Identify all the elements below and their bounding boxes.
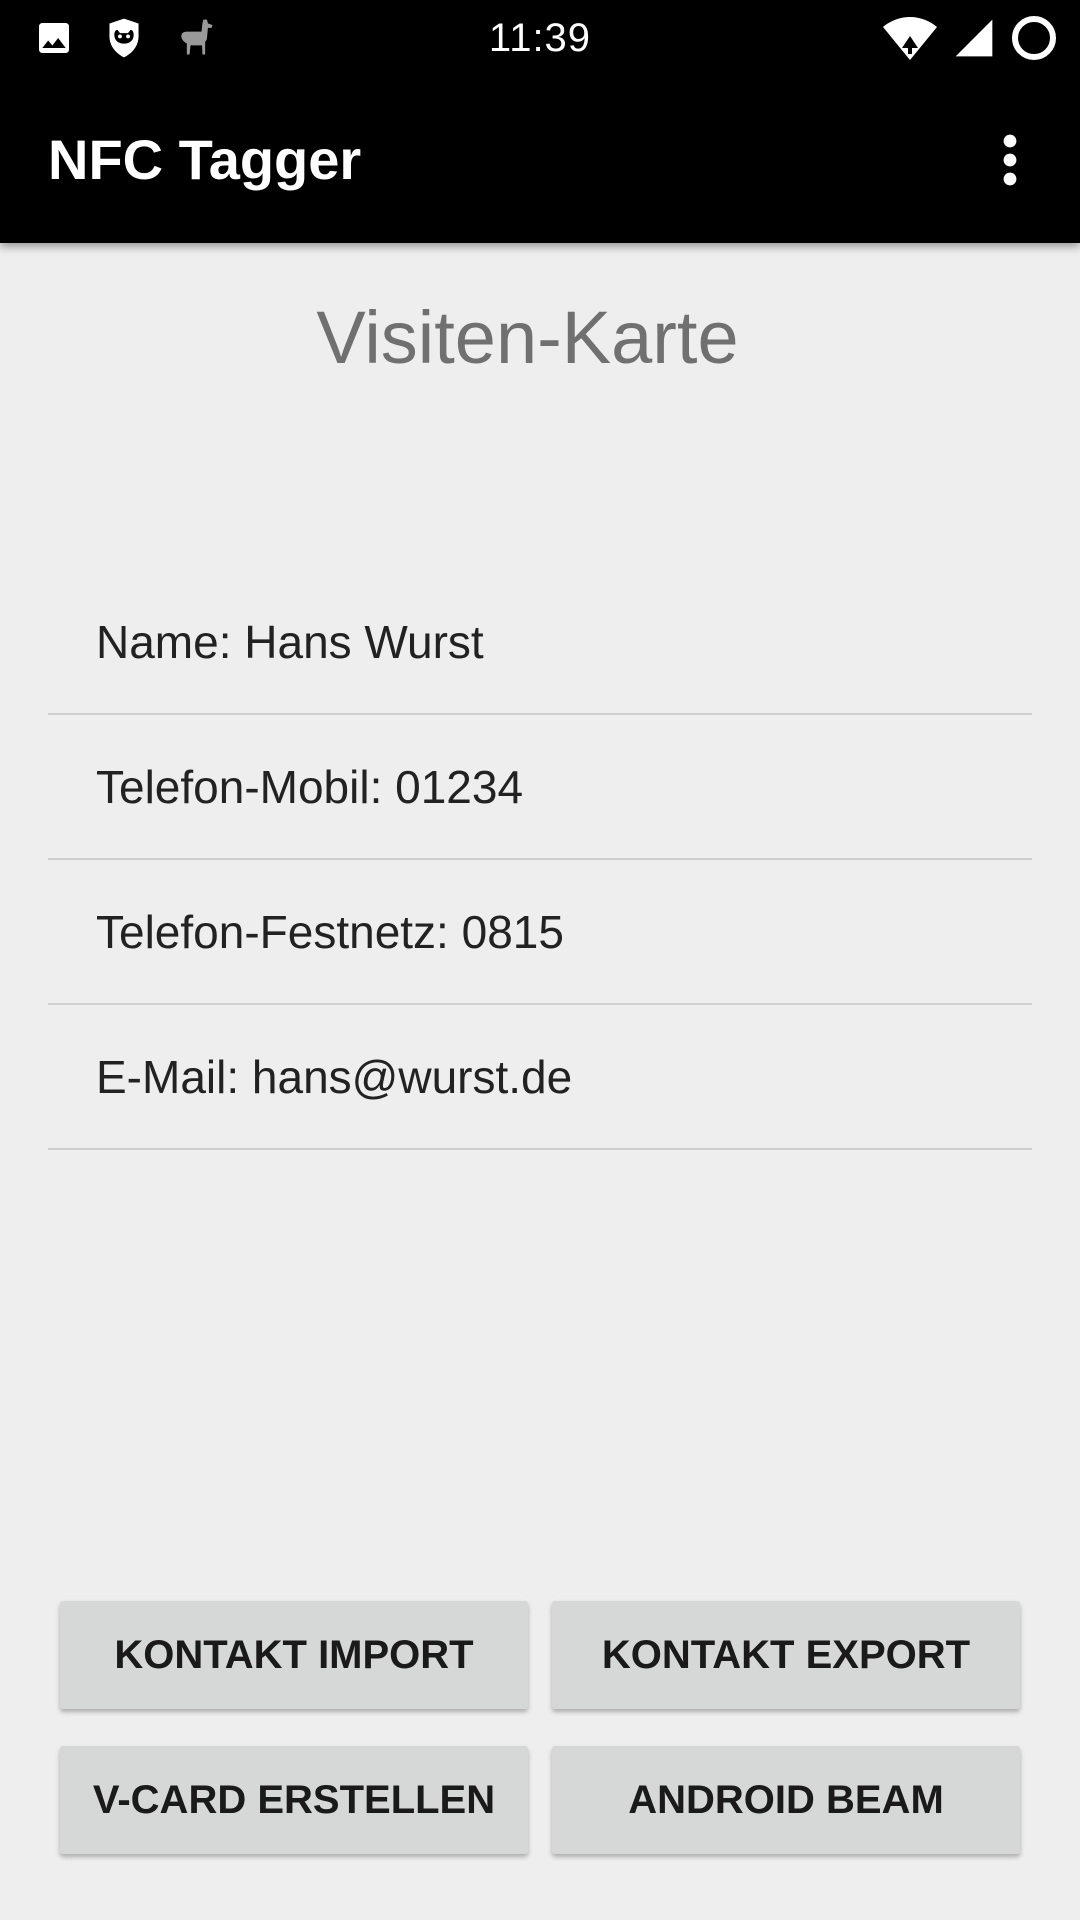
overflow-menu-button[interactable] — [970, 120, 1050, 200]
page-heading: Visiten-Karte — [316, 296, 739, 379]
mobile-phone-row[interactable]: Telefon-Mobil: 01234 — [48, 715, 1032, 860]
email-row[interactable]: E-Mail: hans@wurst.de — [48, 1005, 1032, 1150]
create-vcard-button[interactable]: V-CARD ERSTELLEN — [60, 1746, 528, 1854]
contact-details-list: Name: Hans Wurst Telefon-Mobil: 01234 Te… — [48, 570, 1032, 1150]
status-bar: 11:39 — [0, 0, 1080, 77]
name-row[interactable]: Name: Hans Wurst — [48, 570, 1032, 715]
contact-export-button[interactable]: KONTAKT EXPORT — [552, 1601, 1020, 1709]
android-beam-button[interactable]: ANDROID BEAM — [552, 1746, 1020, 1854]
app-bar: NFC Tagger — [0, 77, 1080, 243]
overflow-menu-icon — [1003, 134, 1017, 186]
wifi-icon — [883, 17, 937, 60]
app-screen: 11:39 NFC Tagger Visiten-Karte Name: Han… — [0, 0, 1080, 1920]
battery-circle-icon — [1012, 16, 1056, 60]
system-icons — [882, 14, 1058, 62]
landline-phone-row[interactable]: Telefon-Festnetz: 0815 — [48, 860, 1032, 1005]
app-title: NFC Tagger — [48, 128, 362, 191]
contact-import-button[interactable]: KONTAKT IMPORT — [60, 1601, 528, 1709]
cell-signal-icon — [955, 19, 993, 57]
